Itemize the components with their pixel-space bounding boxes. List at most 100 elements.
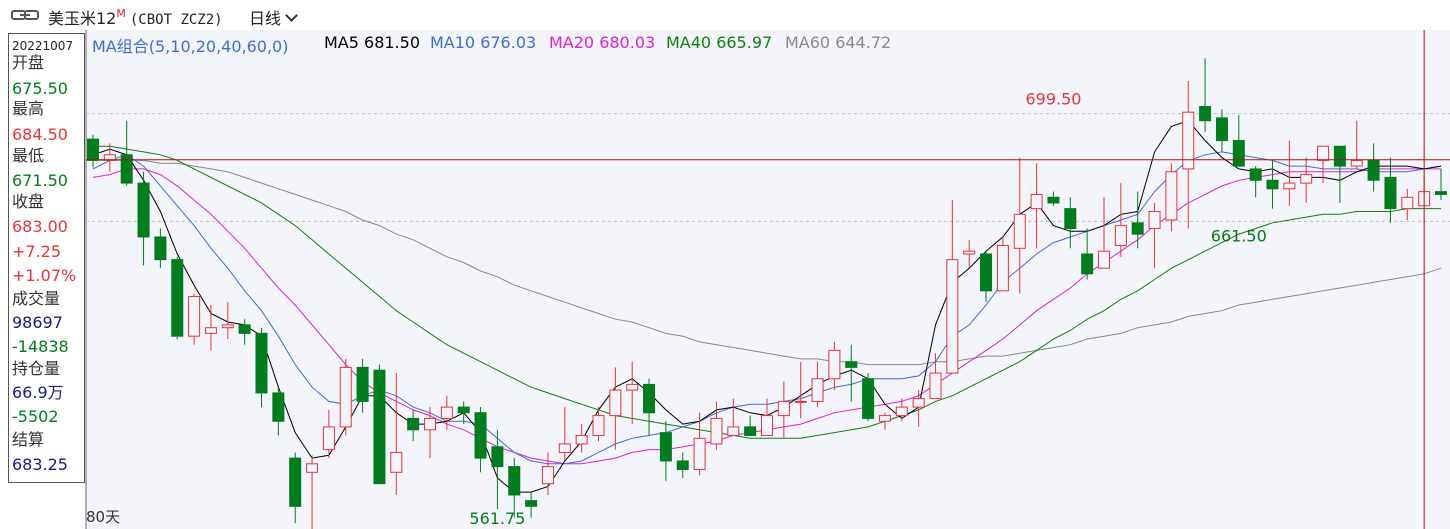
- candle-body: [996, 244, 1009, 292]
- candle-body: [777, 400, 790, 417]
- candle-body: [980, 253, 993, 292]
- candle-body: [87, 138, 99, 161]
- candle-body: [1148, 210, 1161, 229]
- open-interest-value: 66.9万: [12, 383, 64, 402]
- candle: [171, 256, 184, 340]
- ma-combo-legend[interactable]: MA组合(5,10,20,40,60,0): [92, 33, 288, 57]
- candle-body: [1367, 159, 1380, 181]
- candle-body: [744, 426, 757, 436]
- candle-body: [508, 466, 521, 496]
- high-value: 684.50: [12, 125, 68, 144]
- candle-body: [272, 392, 285, 422]
- low-value: 671.50: [12, 171, 68, 190]
- candle-body: [1131, 222, 1144, 235]
- high-label: 最高: [12, 99, 45, 118]
- candle-body: [761, 415, 773, 436]
- candle-body: [137, 182, 150, 238]
- candle-body: [1165, 171, 1178, 221]
- candle-body: [1266, 179, 1279, 190]
- settle-label: 结算: [12, 430, 45, 449]
- candle-body: [895, 406, 908, 417]
- candle-body: [373, 369, 386, 485]
- candle-body: [457, 406, 470, 414]
- candle-body: [828, 349, 841, 380]
- settle-value: 683.25: [12, 455, 68, 474]
- ma40-legend: MA40 665.97: [666, 33, 773, 52]
- open-label: 开盘: [12, 53, 45, 72]
- candle-body: [676, 460, 689, 470]
- candle: [373, 364, 386, 485]
- candle-body: [525, 500, 538, 507]
- price-annotation: 561.75: [469, 509, 525, 528]
- ma5-legend: MA5 681.50: [324, 33, 420, 52]
- candle-body: [356, 366, 369, 402]
- visible-days-label: 80天: [86, 508, 121, 526]
- candle-body: [811, 378, 824, 402]
- candle-body: [659, 432, 672, 462]
- candle-body: [154, 236, 167, 261]
- candle-body: [609, 389, 622, 417]
- ma20-legend: MA20 680.03: [549, 33, 656, 52]
- candle-body: [1249, 168, 1262, 181]
- candle-body: [727, 426, 740, 436]
- candle-body: [1081, 253, 1094, 275]
- candle-body: [171, 259, 184, 337]
- candle: [996, 236, 1009, 292]
- candle-body: [1064, 208, 1077, 229]
- candle-body: [1350, 159, 1363, 167]
- candle-body: [1333, 145, 1346, 167]
- candle-body: [339, 366, 352, 428]
- candle-body: [710, 417, 723, 445]
- open-interest-change: -5502: [12, 407, 59, 426]
- candle-body: [255, 332, 268, 394]
- candle-body: [592, 415, 605, 436]
- candle-body: [322, 426, 335, 451]
- change-percent: +1.07%: [12, 266, 77, 285]
- candle-body: [1300, 174, 1313, 184]
- volume-label: 成交量: [12, 289, 61, 308]
- candle-body: [626, 383, 639, 391]
- price-chart[interactable]: 699.50 661.50 561.75: [0, 0, 1450, 529]
- candle-body: [541, 466, 554, 485]
- candle-body: [643, 383, 656, 414]
- candle-body: [1317, 145, 1330, 161]
- candle-body: [558, 443, 571, 453]
- candle-body: [390, 451, 403, 473]
- open-interest-label: 持仓量: [12, 359, 61, 378]
- candle-body: [440, 406, 453, 419]
- candle-body: [188, 296, 201, 337]
- volume-value: 98697: [12, 313, 63, 332]
- price-annotation: 661.50: [1211, 226, 1267, 245]
- candle-body: [929, 372, 942, 400]
- plot-background: [86, 30, 1450, 529]
- candle-body: [1215, 117, 1228, 142]
- candle-body: [878, 415, 891, 422]
- candle-body: [204, 327, 217, 334]
- candle-body: [912, 398, 925, 408]
- volume-change: -14838: [12, 337, 69, 356]
- change-value: +7.25: [12, 242, 62, 261]
- candle-body: [845, 361, 858, 368]
- price-annotation: 699.50: [1025, 90, 1081, 109]
- close-value: 683.00: [12, 217, 68, 236]
- quote-info-panel: 20221007 开盘 675.50 最高 684.50 最低 671.50 收…: [8, 33, 85, 483]
- candle-body: [221, 324, 234, 329]
- candle-body: [407, 417, 420, 431]
- candle-body: [1013, 213, 1026, 249]
- candle-body: [1401, 196, 1414, 210]
- candle-body: [693, 437, 706, 470]
- candle-body: [306, 463, 319, 473]
- candle-body: [1199, 106, 1212, 122]
- candle-body: [575, 434, 588, 445]
- candle: [862, 373, 875, 422]
- candle-body: [474, 412, 487, 459]
- candle-body: [1283, 182, 1296, 190]
- candle-body: [120, 154, 133, 184]
- candle-body: [1098, 250, 1110, 269]
- candle-body: [1182, 111, 1195, 170]
- candle-body: [946, 259, 959, 374]
- ma10-legend: MA10 676.03: [430, 33, 537, 52]
- ma60-legend: MA60 644.72: [785, 33, 892, 52]
- candle-body: [1114, 225, 1127, 246]
- candle-body: [238, 324, 251, 334]
